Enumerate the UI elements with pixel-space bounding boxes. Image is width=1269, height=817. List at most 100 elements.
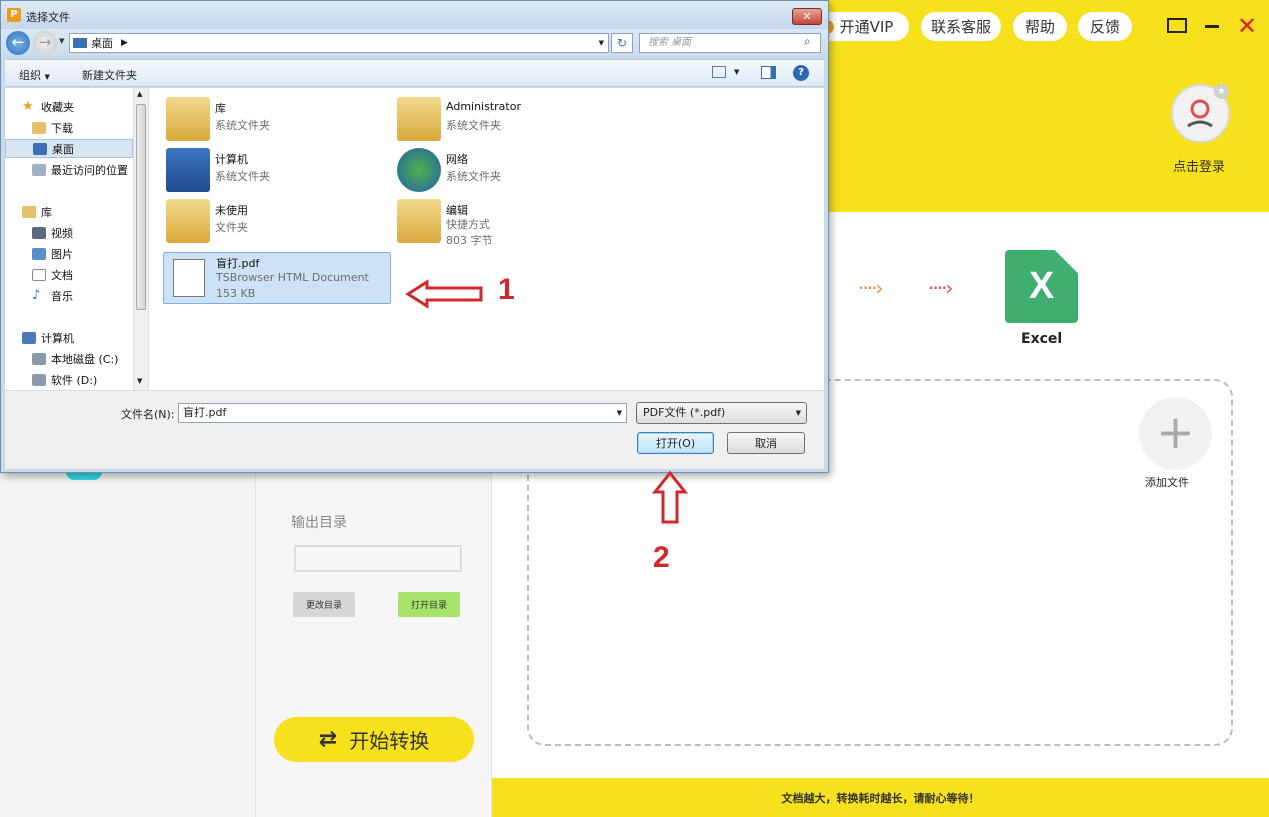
output-dir-label: 输出目录	[291, 515, 347, 531]
recent-places-icon	[32, 163, 46, 176]
feedback-button[interactable]: 反馈	[1078, 12, 1132, 41]
file-item-libraries[interactable]: 库 系统文件夹	[163, 94, 391, 144]
nav-videos[interactable]: 视频	[5, 223, 133, 242]
nav-label: 收藏夹	[41, 100, 74, 114]
help-button[interactable]: 帮助	[1013, 12, 1067, 41]
nav-label: 下载	[51, 121, 73, 135]
filetype-value: PDF文件 (*.pdf)	[643, 406, 726, 419]
address-dropdown-icon[interactable]: ▼	[599, 39, 604, 47]
file-item-edit-shortcut[interactable]: 编辑 快捷方式 803 字节	[394, 196, 622, 247]
nav-label: 库	[41, 205, 52, 219]
address-bar[interactable]: 桌面 ▶ ▼	[69, 33, 609, 53]
refresh-icon[interactable]: ↻	[611, 33, 633, 53]
star-badge-icon: ★	[1214, 84, 1229, 99]
desktop-icon	[33, 142, 47, 155]
drive-icon	[32, 373, 46, 386]
add-file-label[interactable]: 添加文件	[1145, 474, 1189, 490]
search-icon[interactable]: ⌕	[804, 34, 811, 49]
nav-label: 软件 (D:)	[51, 373, 98, 387]
change-dir-button[interactable]: 更改目录	[293, 592, 355, 617]
feedback-label: 反馈	[1089, 18, 1120, 36]
open-button[interactable]: 打开(O)	[637, 432, 714, 454]
cancel-button[interactable]: 取消	[727, 432, 805, 454]
arrow-dots-icon: ····›	[928, 276, 953, 300]
view-options-icon[interactable]	[712, 66, 726, 78]
document-icon	[32, 268, 46, 281]
filename-label: 文件名(N):	[121, 408, 175, 421]
scroll-down-icon[interactable]: ▼	[137, 377, 142, 385]
close-icon[interactable]: ✕	[1237, 12, 1257, 40]
file-size: 803 字节	[446, 234, 493, 247]
nav-drive-c[interactable]: 本地磁盘 (C:)	[5, 349, 133, 368]
file-item-network[interactable]: 网络 系统文件夹	[394, 145, 622, 195]
history-dropdown-icon[interactable]: ▼	[59, 37, 64, 45]
search-input[interactable]: 搜索 桌面	[639, 33, 821, 53]
filetype-select[interactable]: PDF文件 (*.pdf) ▼	[636, 402, 807, 424]
new-folder-button[interactable]: 新建文件夹	[82, 67, 137, 83]
nav-downloads[interactable]: 下载	[5, 118, 133, 137]
nav-label: 音乐	[51, 289, 73, 303]
organize-menu[interactable]: 组织 ▼	[19, 67, 50, 83]
nav-music[interactable]: ♪ 音乐	[5, 286, 133, 305]
file-name: 库	[215, 102, 226, 115]
file-item-pdf[interactable]: 盲打.pdf TSBrowser HTML Document 153 KB	[163, 252, 391, 304]
nav-computer[interactable]: 计算机	[5, 328, 133, 347]
file-type: 快捷方式	[446, 218, 490, 231]
filename-dropdown-icon[interactable]: ▼	[617, 404, 622, 422]
filename-input[interactable]: 盲打.pdf ▼	[178, 403, 627, 423]
open-dir-button[interactable]: 打开目录	[398, 592, 460, 617]
address-text: 桌面	[91, 37, 113, 50]
music-icon: ♪	[32, 287, 41, 303]
dialog-title: 选择文件	[26, 11, 70, 24]
file-type: 文件夹	[215, 221, 248, 234]
file-type: 系统文件夹	[446, 170, 501, 183]
nav-scrollbar[interactable]: ▲ ▼	[133, 88, 148, 390]
nav-desktop[interactable]: 桌面	[5, 139, 133, 158]
scroll-up-icon[interactable]: ▲	[137, 90, 142, 98]
file-item-administrator[interactable]: Administrator 系统文件夹	[394, 94, 622, 144]
contact-service-button[interactable]: 联系客服	[921, 12, 1001, 41]
start-convert-label: 开始转换	[349, 729, 430, 753]
file-item-unused[interactable]: 未使用 文件夹	[163, 196, 391, 246]
file-name: 盲打.pdf	[216, 257, 260, 270]
vip-label: 开通VIP	[839, 18, 894, 36]
vip-button[interactable]: 开通VIP	[817, 12, 909, 41]
nav-label: 计算机	[41, 331, 74, 345]
nav-label: 视频	[51, 226, 73, 240]
maximize-icon[interactable]	[1167, 18, 1187, 33]
nav-drive-d[interactable]: 软件 (D:)	[5, 370, 133, 389]
login-label[interactable]: 点击登录	[1173, 156, 1225, 175]
filename-value: 盲打.pdf	[183, 406, 227, 419]
drive-icon	[32, 352, 46, 365]
navigation-pane: ★ 收藏夹 下载 桌面 最近访问的位置 库 视频 图片 文档 ♪ 音乐 计算机 本地…	[5, 88, 149, 390]
file-item-computer[interactable]: 计算机 系统文件夹	[163, 145, 391, 195]
help-icon[interactable]: ?	[793, 65, 809, 81]
nav-label: 文档	[51, 268, 73, 282]
breadcrumb-arrow-icon[interactable]: ▶	[121, 38, 128, 48]
chevron-down-icon: ▼	[44, 73, 50, 81]
nav-label: 本地磁盘 (C:)	[51, 352, 119, 366]
output-dir-input[interactable]	[294, 545, 462, 572]
network-icon	[397, 148, 441, 192]
view-dropdown-icon[interactable]: ▼	[734, 68, 739, 76]
open-file-dialog: P 选择文件 ✕ ← → ▼ 桌面 ▶ ▼ ↻ 搜索 桌面 ⌕ 组织 ▼ 新建文…	[0, 0, 829, 473]
nav-pictures[interactable]: 图片	[5, 244, 133, 263]
scrollbar-thumb[interactable]	[136, 104, 146, 310]
shortcut-folder-icon	[397, 199, 441, 243]
add-file-icon[interactable]: +	[1139, 397, 1212, 470]
annotation-step-2: 2	[653, 541, 670, 574]
annotation-arrow-left-icon	[405, 279, 483, 309]
nav-recent-places[interactable]: 最近访问的位置	[5, 160, 133, 179]
preview-pane-icon[interactable]	[761, 66, 776, 79]
back-icon[interactable]: ←	[6, 31, 30, 55]
dialog-close-button[interactable]: ✕	[792, 8, 822, 25]
nav-libraries[interactable]: 库	[5, 202, 133, 221]
forward-icon[interactable]: →	[33, 31, 57, 55]
file-type: 系统文件夹	[446, 119, 501, 132]
file-type: TSBrowser HTML Document	[216, 271, 369, 284]
start-convert-button[interactable]: ⇄ 开始转换	[274, 717, 474, 762]
nav-favorites[interactable]: ★ 收藏夹	[5, 97, 133, 116]
nav-documents[interactable]: 文档	[5, 265, 133, 284]
contact-service-label: 联系客服	[930, 18, 991, 36]
minimize-icon[interactable]	[1205, 25, 1219, 28]
